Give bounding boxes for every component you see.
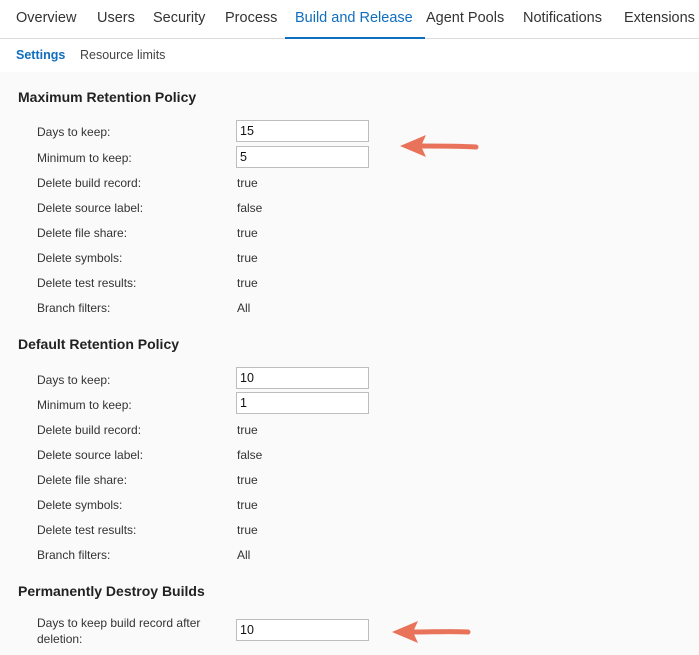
default-delete-file-share-label: Delete file share: bbox=[37, 473, 128, 487]
tab-overview[interactable]: Overview bbox=[16, 0, 76, 38]
destroy-days-label-line2: deletion: bbox=[37, 632, 83, 646]
max-delete-symbols-value: true bbox=[237, 251, 258, 265]
top-navigation: Overview Users Security Process Build an… bbox=[0, 0, 699, 39]
default-delete-test-results-value: true bbox=[237, 523, 258, 537]
tab-security[interactable]: Security bbox=[153, 0, 205, 38]
default-delete-file-share-value: true bbox=[237, 473, 258, 487]
subtab-settings[interactable]: Settings bbox=[16, 48, 65, 62]
default-branch-filters-label: Branch filters: bbox=[37, 548, 111, 562]
destroy-days-label-line1: Days to keep build record after bbox=[37, 616, 201, 630]
tab-notifications[interactable]: Notifications bbox=[523, 0, 602, 38]
default-branch-filters-value: All bbox=[237, 548, 251, 562]
tab-build-and-release[interactable]: Build and Release bbox=[285, 0, 425, 39]
max-delete-file-share-value: true bbox=[237, 226, 258, 240]
default-delete-symbols-label: Delete symbols: bbox=[37, 498, 123, 512]
default-days-to-keep-label: Days to keep: bbox=[37, 373, 111, 387]
annotation-arrow-icon bbox=[400, 135, 479, 157]
default-delete-test-results-label: Delete test results: bbox=[37, 523, 137, 537]
max-delete-build-record-label: Delete build record: bbox=[37, 176, 142, 190]
max-days-to-keep-input[interactable] bbox=[236, 120, 369, 142]
tab-users[interactable]: Users bbox=[97, 0, 135, 38]
max-delete-source-label-value: false bbox=[237, 201, 263, 215]
max-minimum-to-keep-input[interactable] bbox=[236, 146, 369, 168]
default-delete-build-record-label: Delete build record: bbox=[37, 423, 142, 437]
section-title-default-retention: Default Retention Policy bbox=[18, 336, 180, 352]
default-delete-symbols-value: true bbox=[237, 498, 258, 512]
default-minimum-to-keep-label: Minimum to keep: bbox=[37, 398, 132, 412]
max-delete-test-results-value: true bbox=[237, 276, 258, 290]
max-branch-filters-value: All bbox=[237, 301, 251, 315]
tab-extensions[interactable]: Extensions bbox=[624, 0, 695, 38]
default-days-to-keep-input[interactable] bbox=[236, 367, 369, 389]
default-delete-source-label-value: false bbox=[237, 448, 263, 462]
sub-navigation: Settings Resource limits bbox=[0, 39, 699, 72]
section-title-maximum-retention: Maximum Retention Policy bbox=[18, 89, 197, 105]
tab-agent-pools[interactable]: Agent Pools bbox=[426, 0, 504, 38]
max-minimum-to-keep-label: Minimum to keep: bbox=[37, 151, 132, 165]
max-delete-build-record-value: true bbox=[237, 176, 258, 190]
max-delete-symbols-label: Delete symbols: bbox=[37, 251, 123, 265]
section-title-permanently-destroy: Permanently Destroy Builds bbox=[18, 583, 205, 599]
destroy-days-input[interactable] bbox=[236, 619, 369, 641]
default-minimum-to-keep-input[interactable] bbox=[236, 392, 369, 414]
max-branch-filters-label: Branch filters: bbox=[37, 301, 111, 315]
default-delete-source-label-label: Delete source label: bbox=[37, 448, 144, 462]
subtab-resource-limits[interactable]: Resource limits bbox=[80, 48, 165, 62]
max-delete-test-results-label: Delete test results: bbox=[37, 276, 137, 290]
default-delete-build-record-value: true bbox=[237, 423, 258, 437]
tab-process[interactable]: Process bbox=[225, 0, 277, 38]
annotation-arrow-icon bbox=[392, 621, 471, 643]
max-days-to-keep-label: Days to keep: bbox=[37, 125, 111, 139]
max-delete-file-share-label: Delete file share: bbox=[37, 226, 128, 240]
max-delete-source-label-label: Delete source label: bbox=[37, 201, 144, 215]
